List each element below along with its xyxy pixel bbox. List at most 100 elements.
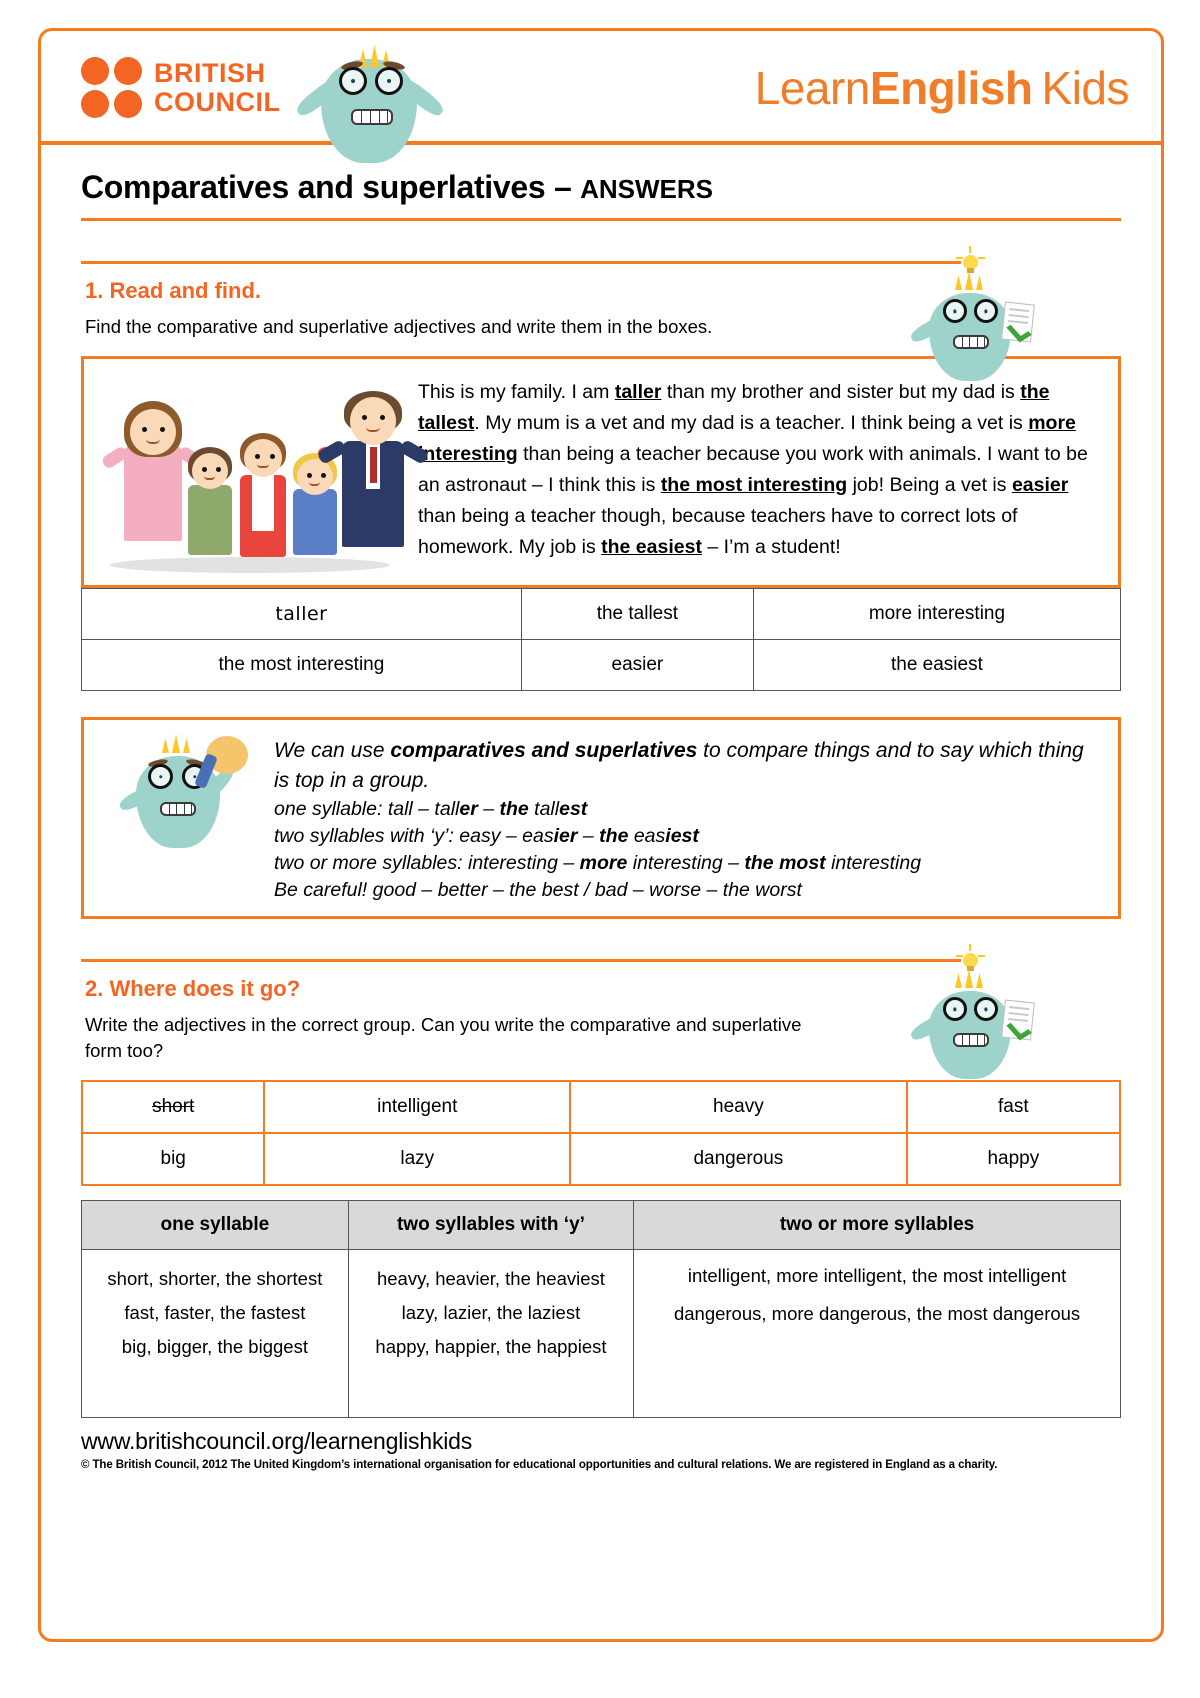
tip-line-2-d: the bbox=[499, 798, 529, 820]
worksheet-page: BRITISH COUNCIL LearnEnglish Kids Compar… bbox=[38, 28, 1164, 1642]
monster-mascot-idea-1 bbox=[908, 246, 1041, 387]
learnenglish-kids-logo: LearnEnglish Kids bbox=[754, 61, 1130, 115]
grammar-tip-box: We can use comparatives and superlatives… bbox=[81, 717, 1121, 919]
word-bank-table: short intelligent heavy fast big lazy da… bbox=[80, 1080, 1122, 1186]
answer-cell-2-3[interactable]: the easiest bbox=[752, 639, 1122, 691]
lightbulb-icon bbox=[956, 944, 985, 973]
monster-mascot-idea-2 bbox=[908, 944, 1041, 1087]
word-bank-cell-intelligent[interactable]: intelligent bbox=[263, 1080, 572, 1134]
reading-passage-box: This is my family. I am taller than my b… bbox=[81, 356, 1121, 588]
answer-lazy-forms: lazy, lazier, the laziest bbox=[401, 1302, 581, 1323]
tip-line-3: two syllables with ‘y’: easy – easier – … bbox=[274, 823, 1104, 850]
table-row: taller the tallest more interesting bbox=[81, 588, 1122, 640]
page-title-dash: – bbox=[545, 169, 581, 205]
word-bank-cell-big[interactable]: big bbox=[80, 1132, 266, 1186]
table-row: the most interesting easier the easiest bbox=[81, 639, 1122, 691]
answer-cell-2-1[interactable]: the most interesting bbox=[81, 639, 522, 691]
title-block: Comparatives and superlatives – ANSWERS bbox=[41, 145, 1161, 221]
page-title-answers: ANSWERS bbox=[580, 174, 713, 204]
tip-line-1-b: comparatives and superlatives bbox=[390, 739, 698, 762]
paper-sheet-icon bbox=[1001, 999, 1035, 1041]
answer-dangerous-forms: dangerous, more dangerous, the most dang… bbox=[673, 1303, 1081, 1324]
lightbulb-icon bbox=[956, 246, 985, 275]
answer-big-forms: big, bigger, the biggest bbox=[121, 1336, 308, 1357]
word-bank-cell-lazy[interactable]: lazy bbox=[263, 1132, 572, 1186]
family-illustration bbox=[92, 367, 430, 577]
british-council-wordmark: BRITISH COUNCIL bbox=[154, 57, 281, 117]
page-footer: www.britishcouncil.org/learnenglishkids … bbox=[41, 1418, 1161, 1471]
tip-line-3-d: the bbox=[599, 825, 629, 847]
category-header-two-syllables-y: two syllables with ‘y’ bbox=[347, 1200, 635, 1250]
paper-sheet-icon bbox=[1001, 301, 1035, 343]
brand-line-1: BRITISH bbox=[154, 57, 266, 88]
page-title-main: Comparatives and superlatives bbox=[81, 169, 546, 205]
monster-eye-right bbox=[375, 67, 403, 95]
tip-line-3-a: two syllables with ‘y’: easy – eas bbox=[274, 825, 554, 847]
word-bank-cell-short[interactable]: short bbox=[80, 1080, 266, 1134]
answer-heavy-forms: heavy, heavier, the heaviest bbox=[376, 1268, 605, 1289]
reading-passage-text: This is my family. I am taller than my b… bbox=[412, 367, 1108, 563]
monster-mascot-header bbox=[293, 45, 447, 173]
category-answers-table: one syllable two syllables with ‘y’ two … bbox=[81, 1200, 1121, 1418]
brand-line-2: COUNCIL bbox=[154, 86, 281, 117]
passage-seg-4: . My mum is a vet and my dad is a teache… bbox=[474, 412, 1029, 434]
answer-intelligent-forms: intelligent, more intelligent, the most … bbox=[687, 1265, 1067, 1286]
tip-line-5: Be careful! good – better – the best / b… bbox=[274, 879, 802, 901]
tip-line-2-b: er bbox=[459, 798, 478, 820]
figure-father bbox=[316, 389, 430, 557]
word-bank-cell-happy[interactable]: happy bbox=[905, 1132, 1122, 1186]
answer-fast-forms: fast, faster, the fastest bbox=[124, 1302, 306, 1323]
word-bank-cell-heavy[interactable]: heavy bbox=[569, 1080, 908, 1134]
section-2-divider bbox=[81, 959, 961, 962]
word-bank-cell-dangerous[interactable]: dangerous bbox=[569, 1132, 908, 1186]
passage-answer-taller: taller bbox=[614, 381, 662, 403]
section-1-answer-grid: taller the tallest more interesting the … bbox=[81, 588, 1122, 691]
passage-answer-the-easiest: the easiest bbox=[601, 536, 702, 558]
category-cell-two-syllables-y[interactable]: heavy, heavier, the heaviest lazy, lazie… bbox=[347, 1249, 635, 1418]
passage-answer-easier: easier bbox=[1011, 474, 1069, 496]
category-header-two-or-more: two or more syllables bbox=[633, 1200, 1121, 1250]
tip-line-4-c: interesting – bbox=[627, 852, 745, 874]
section-2-instruction: Write the adjectives in the correct grou… bbox=[85, 1014, 802, 1061]
answer-cell-2-2[interactable]: easier bbox=[520, 639, 754, 691]
answer-happy-forms: happy, happier, the happiest bbox=[375, 1336, 607, 1357]
answer-cell-1-3[interactable]: more interesting bbox=[752, 588, 1122, 640]
answer-cell-1-1[interactable]: taller bbox=[81, 588, 522, 640]
page-title: Comparatives and superlatives – ANSWERS bbox=[81, 169, 1121, 221]
page-header: BRITISH COUNCIL LearnEnglish Kids bbox=[41, 31, 1161, 163]
footer-copyright: © The British Council, 2012 The United K… bbox=[81, 1459, 998, 1471]
category-header-one-syllable: one syllable bbox=[81, 1200, 349, 1250]
answer-cell-1-2[interactable]: the tallest bbox=[520, 588, 754, 640]
monster-mascot-teacher bbox=[94, 730, 274, 880]
tip-line-2: one syllable: tall – taller – the talles… bbox=[274, 796, 1104, 823]
british-council-dots-icon bbox=[81, 57, 142, 118]
logo-kids-text: Kids bbox=[1041, 62, 1130, 114]
logo-english-text: English bbox=[869, 62, 1033, 114]
grammar-tip-text: We can use comparatives and superlatives… bbox=[274, 730, 1104, 904]
tip-line-3-c: – bbox=[577, 825, 600, 847]
tip-line-3-e: eas bbox=[628, 825, 666, 847]
section-1-instruction: Find the comparative and superlative adj… bbox=[85, 316, 713, 337]
passage-answer-the-most-interesting: the most interesting bbox=[660, 474, 848, 496]
category-cell-one-syllable[interactable]: short, shorter, the shortest fast, faste… bbox=[81, 1249, 349, 1418]
category-cell-two-or-more[interactable]: intelligent, more intelligent, the most … bbox=[633, 1249, 1121, 1418]
tip-line-2-f: est bbox=[559, 798, 588, 820]
word-bank-cell-fast[interactable]: fast bbox=[905, 1080, 1122, 1134]
section-1-divider bbox=[81, 261, 961, 264]
table-row: short intelligent heavy fast bbox=[80, 1080, 1122, 1134]
tip-line-3-f: iest bbox=[665, 825, 699, 847]
tip-line-4: two or more syllables: interesting – mor… bbox=[274, 850, 1104, 877]
footer-website-url[interactable]: www.britishcouncil.org/learnenglishkids bbox=[81, 1428, 1121, 1455]
section-2: 2. Where does it go? Write the adjective… bbox=[41, 944, 1161, 1418]
table-row: big lazy dangerous happy bbox=[80, 1132, 1122, 1186]
logo-learn-text: Learn bbox=[754, 62, 871, 114]
monster-eye-left bbox=[339, 67, 367, 95]
table-header-row: one syllable two syllables with ‘y’ two … bbox=[81, 1200, 1121, 1250]
tip-line-4-d: the most bbox=[744, 852, 826, 874]
tip-line-1-a: We can use bbox=[274, 739, 391, 762]
answer-short-forms: short, shorter, the shortest bbox=[107, 1268, 323, 1289]
tip-line-4-b: more bbox=[579, 852, 628, 874]
tip-line-1: We can use comparatives and superlatives… bbox=[274, 736, 1104, 796]
word-short: short bbox=[152, 1096, 195, 1117]
passage-seg-0: This is my family. I am bbox=[418, 381, 615, 403]
